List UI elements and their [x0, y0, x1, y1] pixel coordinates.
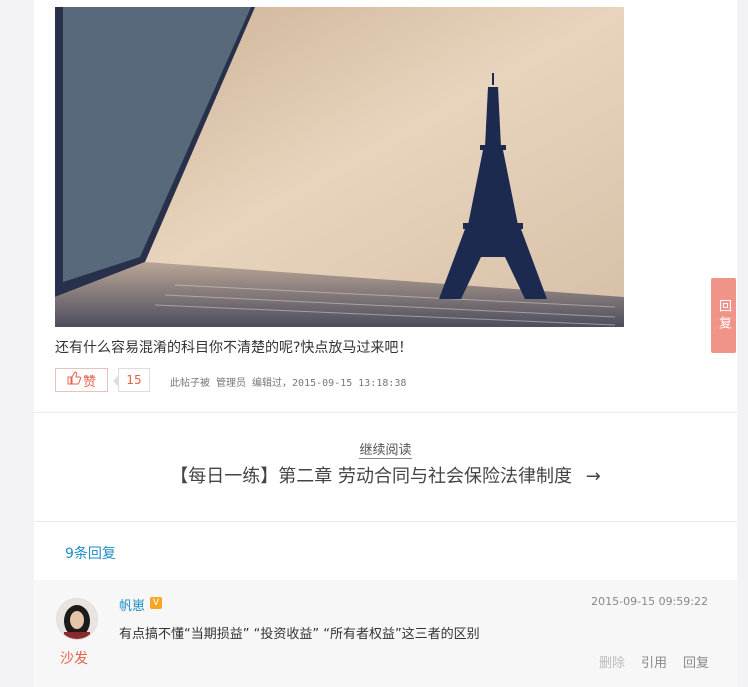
continue-reading-label: 继续阅读 [34, 439, 737, 459]
like-count: 15 [113, 368, 150, 392]
continue-reading-link[interactable]: 继续阅读 [359, 443, 412, 459]
post-caption: 还有什么容易混淆的科目你不清楚的呢?快点放马过来吧！ [55, 340, 413, 356]
divider [34, 412, 737, 413]
reply-text: 有点搞不懂“当期损益” “投资收益” “所有者权益”这三者的区别 [119, 627, 480, 642]
post-image [55, 7, 624, 327]
reply-item: 沙发 帆崽 V 2015-09-15 09:59:22 有点搞不懂“当期损益” … [34, 580, 737, 687]
reply-actions: 删除 引用 回复 [599, 652, 709, 671]
like-button[interactable]: 赞 [55, 368, 108, 392]
like-label: 赞 [82, 374, 96, 390]
reply-timestamp: 2015-09-15 09:59:22 [591, 595, 708, 608]
arrow-right-icon: → [585, 466, 601, 487]
floor-label: 沙发 [60, 651, 88, 667]
floating-reply-button[interactable]: 回复 [711, 278, 736, 353]
next-post-title: 【每日一练】第二章 劳动合同与社会保险法律制度 [170, 466, 572, 487]
delete-button[interactable]: 删除 [599, 652, 625, 671]
next-post-link[interactable]: 【每日一练】第二章 劳动合同与社会保险法律制度 → [34, 462, 737, 488]
edit-note: 此帖子被 管理员 编辑过，2015-09-15 13:18:38 [170, 378, 407, 389]
reply-username[interactable]: 帆崽 [119, 595, 145, 614]
verified-badge-icon: V [150, 597, 162, 609]
post-card: 还有什么容易混淆的科目你不清楚的呢?快点放马过来吧！ 赞 15 此帖子被 管理员… [34, 0, 737, 687]
thumbs-up-icon [67, 371, 82, 389]
avatar[interactable] [56, 598, 98, 640]
quote-button[interactable]: 引用 [641, 652, 667, 671]
reply-count: 9条回复 [65, 546, 116, 562]
divider [34, 521, 737, 522]
reply-button[interactable]: 回复 [683, 652, 709, 671]
